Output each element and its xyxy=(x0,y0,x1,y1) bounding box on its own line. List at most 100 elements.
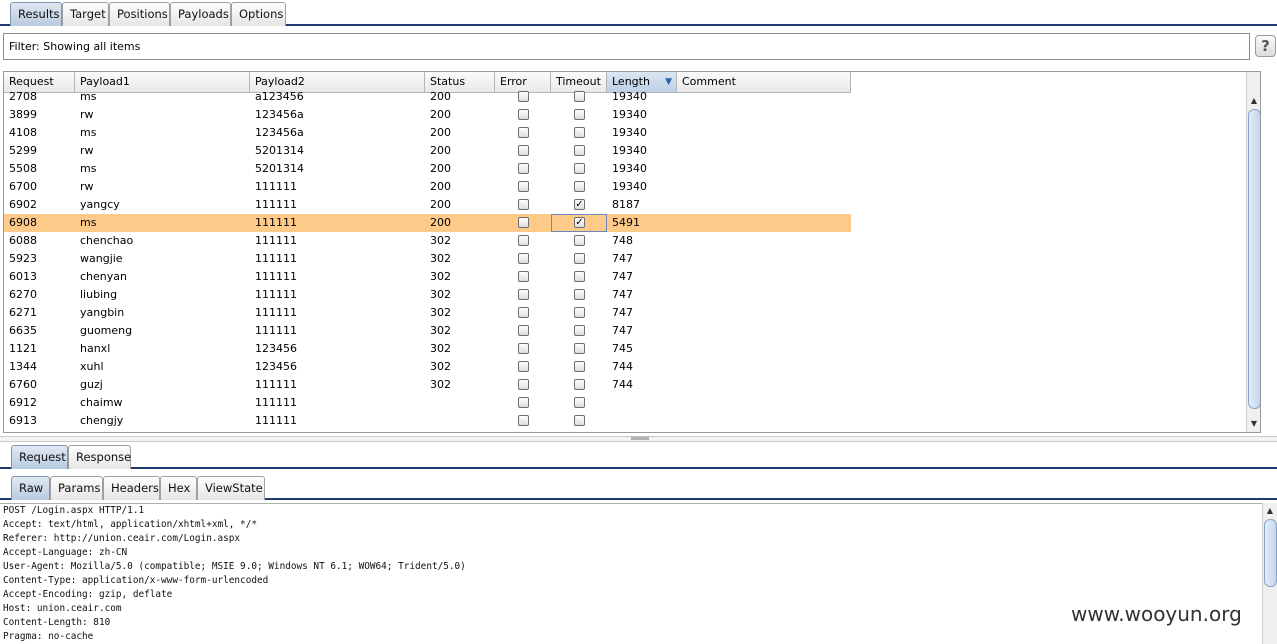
error-checkbox[interactable] xyxy=(518,235,529,246)
status-cell: 302 xyxy=(430,324,451,337)
table-row[interactable]: 6271 yangbin 111111 302 747 xyxy=(4,304,851,322)
error-checkbox[interactable] xyxy=(518,163,529,174)
error-checkbox[interactable] xyxy=(518,307,529,318)
timeout-checkbox[interactable] xyxy=(574,271,585,282)
timeout-checkbox[interactable] xyxy=(574,379,585,390)
tab-headers[interactable]: Headers xyxy=(103,476,160,500)
help-icon[interactable]: ? xyxy=(1255,35,1276,57)
table-row[interactable]: 5508 ms 5201314 200 19340 xyxy=(4,160,851,178)
table-row[interactable]: 6013 chenyan 111111 302 747 xyxy=(4,268,851,286)
table-row[interactable]: 6700 rw 111111 200 19340 xyxy=(4,178,851,196)
timeout-checkbox[interactable] xyxy=(574,415,585,426)
tab-raw[interactable]: Raw xyxy=(11,476,50,500)
timeout-checkbox[interactable] xyxy=(574,253,585,264)
payload2-cell: 123456 xyxy=(255,360,297,373)
timeout-checkbox[interactable] xyxy=(574,181,585,192)
error-checkbox[interactable] xyxy=(518,325,529,336)
status-cell: 302 xyxy=(430,270,451,283)
timeout-checkbox[interactable] xyxy=(574,325,585,336)
error-checkbox[interactable] xyxy=(518,343,529,354)
tab-positions[interactable]: Positions xyxy=(109,2,170,26)
payload2-cell: 111111 xyxy=(255,180,297,193)
status-cell: 302 xyxy=(430,252,451,265)
raw-scrollbar[interactable]: ▲ xyxy=(1262,503,1277,644)
tab-target[interactable]: Target xyxy=(62,2,109,26)
raw-scrollbar-thumb[interactable] xyxy=(1264,519,1277,587)
table-row[interactable]: 6760 guzj 111111 302 744 xyxy=(4,376,851,394)
payload1-cell: ms xyxy=(80,216,97,229)
tab-hex[interactable]: Hex xyxy=(160,476,197,500)
tab-viewstate[interactable]: ViewState xyxy=(197,476,265,500)
table-row[interactable]: 5299 rw 5201314 200 19340 xyxy=(4,142,851,160)
tab-results[interactable]: Results xyxy=(10,2,62,26)
error-checkbox[interactable] xyxy=(518,361,529,372)
table-row[interactable]: 6902 yangcy 111111 200 ✓ 8187 xyxy=(4,196,851,214)
timeout-checkbox[interactable] xyxy=(574,289,585,300)
tab-params[interactable]: Params xyxy=(50,476,103,500)
error-checkbox[interactable] xyxy=(518,271,529,282)
timeout-checkbox[interactable] xyxy=(574,145,585,156)
scroll-down-icon[interactable]: ▼ xyxy=(1248,418,1260,430)
table-row[interactable]: 6908 ms 111111 200 ✓ 5491 xyxy=(4,214,851,232)
table-row[interactable]: 4108 ms 123456a 200 19340 xyxy=(4,124,851,142)
table-row[interactable]: 6088 chenchao 111111 302 748 xyxy=(4,232,851,250)
tab-response[interactable]: Response xyxy=(68,445,131,469)
tab-request[interactable]: Request xyxy=(11,445,68,469)
error-checkbox[interactable] xyxy=(518,289,529,300)
request-cell: 3899 xyxy=(9,108,37,121)
timeout-checkbox[interactable] xyxy=(574,307,585,318)
scroll-up-icon[interactable]: ▲ xyxy=(1248,95,1260,107)
filter-bar[interactable]: Filter: Showing all items xyxy=(3,33,1250,60)
length-cell xyxy=(607,412,677,430)
table-row[interactable]: 6913 chengjy 111111 xyxy=(4,412,851,430)
error-checkbox[interactable] xyxy=(518,415,529,426)
error-checkbox[interactable] xyxy=(518,109,529,120)
payload1-cell: hanxl xyxy=(80,342,111,355)
payload2-cell: 111111 xyxy=(255,252,297,265)
tab-payloads[interactable]: Payloads xyxy=(170,2,231,26)
timeout-checkbox[interactable] xyxy=(574,163,585,174)
view-tab-bar: Raw Params Headers Hex ViewState xyxy=(0,474,1277,500)
error-checkbox[interactable] xyxy=(518,253,529,264)
table-row[interactable]: 6270 liubing 111111 302 747 xyxy=(4,286,851,304)
timeout-checkbox[interactable] xyxy=(574,343,585,354)
table-row[interactable]: 6635 guomeng 111111 302 747 xyxy=(4,322,851,340)
scroll-up-icon[interactable]: ▲ xyxy=(1264,505,1276,517)
timeout-checkbox[interactable] xyxy=(574,127,585,138)
table-row[interactable]: 6912 chaimw 111111 xyxy=(4,394,851,412)
table-row[interactable]: 3899 rw 123456a 200 19340 xyxy=(4,106,851,124)
error-checkbox[interactable] xyxy=(518,379,529,390)
raw-line: User-Agent: Mozilla/5.0 (compatible; MSI… xyxy=(3,561,466,572)
timeout-checkbox[interactable]: ✓ xyxy=(574,199,585,210)
results-scrollbar[interactable]: ▲ ▼ xyxy=(1246,72,1260,432)
length-cell: 744 xyxy=(612,360,633,373)
timeout-checkbox[interactable] xyxy=(574,109,585,120)
payload1-cell: wangjie xyxy=(80,252,123,265)
timeout-checkbox[interactable] xyxy=(574,235,585,246)
request-cell: 6908 xyxy=(9,216,37,229)
table-row[interactable]: 2708 ms a123456 200 19340 xyxy=(4,88,851,106)
timeout-checkbox[interactable] xyxy=(574,361,585,372)
splitter-grip-icon[interactable] xyxy=(631,437,649,440)
error-checkbox[interactable] xyxy=(518,181,529,192)
error-checkbox[interactable] xyxy=(518,217,529,228)
error-checkbox[interactable] xyxy=(518,145,529,156)
error-checkbox[interactable] xyxy=(518,91,529,102)
table-row[interactable]: 5923 wangjie 111111 302 747 xyxy=(4,250,851,268)
error-checkbox[interactable] xyxy=(518,127,529,138)
timeout-checkbox[interactable] xyxy=(574,397,585,408)
tab-options[interactable]: Options xyxy=(231,2,286,26)
results-scrollbar-thumb[interactable] xyxy=(1248,109,1260,409)
request-cell: 2708 xyxy=(9,90,37,103)
status-cell: 200 xyxy=(430,90,451,103)
payload2-cell: 5201314 xyxy=(255,144,304,157)
column-header-length-label: Length xyxy=(612,75,650,88)
timeout-checkbox[interactable] xyxy=(574,91,585,102)
payload2-cell: 111111 xyxy=(255,234,297,247)
table-row[interactable]: 1344 xuhl 123456 302 744 xyxy=(4,358,851,376)
table-row[interactable]: 1121 hanxl 123456 302 745 xyxy=(4,340,851,358)
error-checkbox[interactable] xyxy=(518,397,529,408)
error-checkbox[interactable] xyxy=(518,199,529,210)
payload1-cell: guzj xyxy=(80,378,103,391)
payload1-cell: liubing xyxy=(80,288,118,301)
